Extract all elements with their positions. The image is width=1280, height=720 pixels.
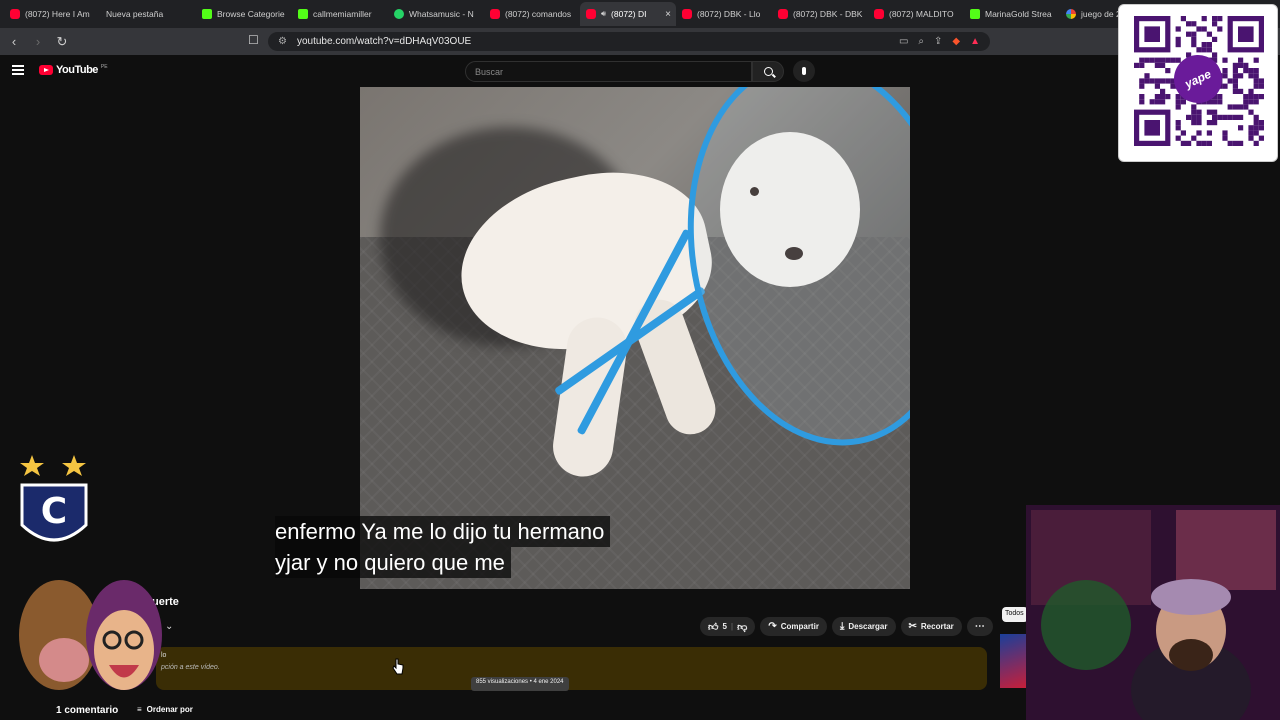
browser-tab-label: (8072) DBK - DBK	[793, 9, 863, 19]
browser-tab-label: Nueva pestaña	[106, 9, 164, 19]
browser-tab[interactable]: callmemiamiller	[292, 2, 388, 26]
browser-toolbar: ‹ › ↻ ⚙ youtube.com/watch?v=dDHAqV03OUE …	[0, 28, 1280, 55]
download-icon: ⤓	[839, 621, 845, 632]
back-button[interactable]: ‹	[4, 32, 24, 52]
sort-label: Ordenar por	[146, 705, 193, 714]
thumbs-up-icon[interactable]: 👍︎	[708, 621, 718, 633]
search-button[interactable]	[752, 61, 784, 82]
star-icon	[20, 455, 44, 476]
browser-tab-label: (8072) Here I Am	[25, 9, 90, 19]
views-tooltip: 855 visualizaciones • 4 ene 2024	[471, 677, 569, 691]
browser-tab[interactable]: (8072) Here I Am	[4, 2, 100, 26]
site-info-icon[interactable]: ⚙	[278, 36, 287, 47]
youtube-icon	[682, 9, 692, 19]
download-label: Descargar	[848, 622, 888, 631]
browser-tab-label: Whatsamusic - N	[409, 9, 474, 19]
browser-tab-label: callmemiamiller	[313, 9, 372, 19]
browser-tab[interactable]: (8072) DBK - DBK	[772, 2, 868, 26]
more-icon: ⋯	[974, 621, 985, 632]
share-button[interactable]: ↷ Compartir	[760, 617, 827, 636]
menu-icon[interactable]	[12, 65, 24, 75]
address-bar[interactable]: ⚙ youtube.com/watch?v=dDHAqV03OUE ▭ ⌕ ⇪ …	[268, 32, 990, 51]
comments-count: 1 comentario	[56, 705, 119, 716]
country-code: PE	[100, 64, 108, 70]
video-captions: enfermo Ya me lo dijo tu hermano yjar y …	[275, 516, 611, 578]
caption-line: yjar y no quiero que me	[275, 547, 511, 578]
share-label: Compartir	[780, 622, 819, 631]
browser-tab[interactable]: Browse Categorie	[196, 2, 292, 26]
like-dislike-pill[interactable]: 👍︎ 5 | 👎︎	[700, 617, 756, 636]
youtube-icon	[778, 9, 788, 19]
video-actions: 👍︎ 5 | 👎︎ ↷ Compartir ⤓ Descargar ✂ Reco…	[700, 617, 993, 636]
caption-line: enfermo Ya me lo dijo tu hermano	[275, 516, 611, 547]
kick-icon	[202, 9, 212, 19]
divider: |	[730, 622, 734, 631]
search-icon	[763, 67, 773, 76]
browser-tab-label: (8072) DI	[611, 9, 647, 19]
google-icon	[1066, 9, 1076, 19]
browser-tab[interactable]: 🔊︎ (8072) DI ×	[580, 2, 676, 26]
sort-icon: ≡	[137, 705, 142, 714]
filter-chip-all[interactable]: Todos	[1002, 607, 1028, 622]
browser-tab-strip: (8072) Here I Am Nueva pestaña Browse Cate…	[0, 0, 1280, 28]
browser-tab-label: Browse Categorie	[217, 9, 285, 19]
download-button[interactable]: ⤓ Descargar	[831, 617, 896, 636]
description-box[interactable]	[156, 647, 987, 690]
kick-icon	[298, 9, 308, 19]
youtube-wordmark: YouTube	[56, 64, 98, 76]
browser-tab[interactable]: MarinaGold Strea	[964, 2, 1060, 26]
clip-button[interactable]: ✂ Recortar	[900, 617, 962, 636]
browser-tab[interactable]: (8072) comandos	[484, 2, 580, 26]
browser-tab-label: (8072) MALDITO	[889, 9, 954, 19]
chevron-down-icon: ⌄	[165, 620, 174, 632]
browser-tab[interactable]: Whatsamusic - N	[388, 2, 484, 26]
youtube-icon	[586, 9, 596, 19]
cartoon-avatar-face	[94, 610, 154, 690]
whatsamusic-icon	[394, 9, 404, 19]
kick-icon	[970, 9, 980, 19]
youtube-icon	[10, 9, 20, 19]
youtube-icon	[874, 9, 884, 19]
cast-icon[interactable]: ▭	[899, 36, 908, 47]
search-placeholder: Buscar	[475, 67, 504, 77]
brave-shield-icon[interactable]: ◆	[952, 36, 960, 47]
voice-search-button[interactable]	[793, 60, 815, 82]
star-icon	[62, 455, 86, 476]
clip-label: Recortar	[920, 622, 954, 631]
youtube-icon	[490, 9, 500, 19]
thumbs-down-icon[interactable]: 👎︎	[737, 621, 747, 633]
close-tab-icon[interactable]: ×	[665, 9, 671, 20]
browser-tab[interactable]: Nueva pestaña	[100, 2, 196, 26]
url-text: youtube.com/watch?v=dDHAqV03OUE	[296, 36, 472, 47]
bookmark-icon[interactable]: ☐	[248, 33, 259, 47]
recommended-video-thumbnail[interactable]	[1000, 634, 1026, 688]
description-line: pción a este vídeo.	[161, 664, 220, 671]
browser-tab-label: (8072) DBK - Llo	[697, 9, 761, 19]
browser-tab-label: (8072) comandos	[505, 9, 572, 19]
reload-button[interactable]: ↻	[52, 32, 72, 52]
browser-tab-label: MarinaGold Strea	[985, 9, 1052, 19]
streamer-webcam	[1026, 505, 1280, 720]
share-icon: ↷	[768, 621, 777, 632]
mascot-overlay: C	[19, 455, 162, 690]
zoom-icon[interactable]: ⌕	[918, 36, 924, 47]
share-page-icon[interactable]: ⇪	[934, 36, 942, 47]
sort-button[interactable]: ≡ Ordenar por	[137, 705, 193, 714]
hand-cursor-icon	[392, 658, 404, 675]
browser-tab[interactable]: (8072) DBK - Llo	[676, 2, 772, 26]
brave-rewards-icon[interactable]: ▲	[970, 36, 980, 47]
search-input[interactable]: Buscar	[465, 61, 752, 82]
youtube-header: YouTube PE Buscar	[0, 55, 1280, 87]
like-count: 5	[722, 622, 727, 631]
svg-text:C: C	[41, 491, 67, 532]
video-player[interactable]	[360, 87, 910, 589]
youtube-logo[interactable]: YouTube PE	[39, 64, 108, 76]
forward-button[interactable]: ›	[28, 32, 48, 52]
audio-playing-icon[interactable]: 🔊︎	[601, 9, 606, 19]
mic-icon	[802, 67, 806, 75]
browser-tab[interactable]: (8072) MALDITO	[868, 2, 964, 26]
scissors-icon: ✂	[908, 621, 917, 632]
youtube-play-icon	[39, 65, 53, 75]
more-actions-button[interactable]: ⋯	[966, 617, 993, 636]
